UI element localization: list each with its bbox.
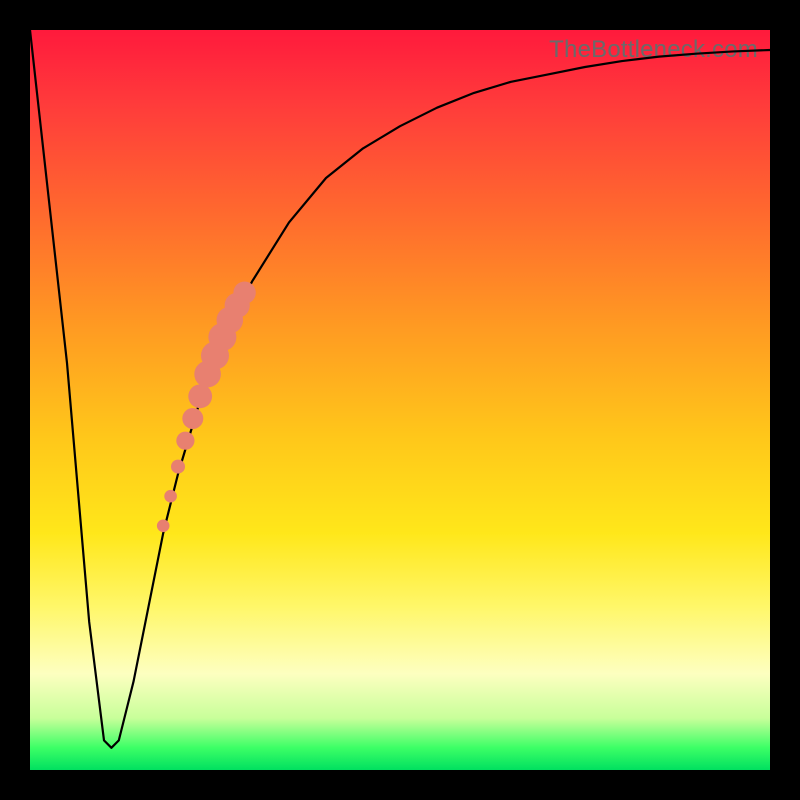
curve-markers [157,282,256,533]
curve-marker [171,460,185,474]
curve-marker [233,282,255,304]
curve-marker [157,520,170,533]
bottleneck-curve-svg [30,30,770,770]
chart-frame: TheBottleneck.com [0,0,800,800]
plot-area: TheBottleneck.com [30,30,770,770]
curve-marker [182,408,203,429]
bottleneck-curve [30,30,770,748]
curve-marker [188,384,212,408]
curve-marker [164,490,177,503]
curve-marker [176,432,194,450]
